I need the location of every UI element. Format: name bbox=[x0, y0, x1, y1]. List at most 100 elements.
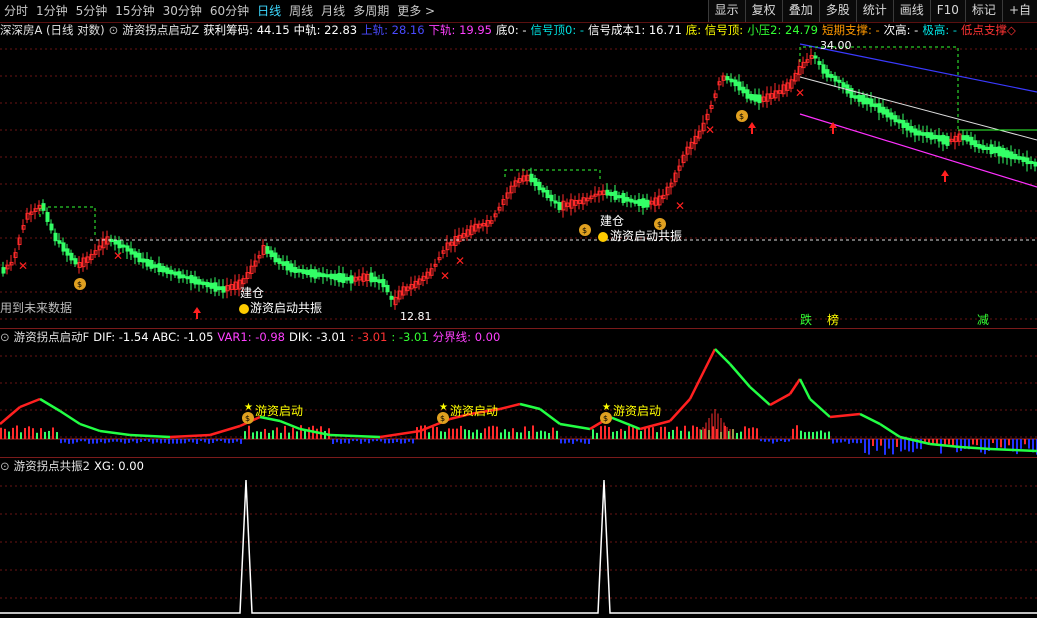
osc-bar bbox=[220, 439, 222, 442]
indicator-toggle-icon[interactable]: ⊙ bbox=[0, 329, 10, 346]
toolbar-button-1[interactable]: 复权 bbox=[744, 0, 782, 22]
jiancang-label-2: 建仓 bbox=[600, 214, 625, 228]
osc-bar bbox=[680, 430, 682, 439]
period-tab-3[interactable]: 15分钟 bbox=[111, 0, 158, 22]
candle-body bbox=[137, 252, 142, 263]
candle-body bbox=[645, 199, 650, 208]
toolbar-button-5[interactable]: 画线 bbox=[892, 0, 930, 22]
indicator-toggle-icon[interactable]: ⊙ bbox=[109, 22, 119, 39]
osc-bar bbox=[796, 425, 798, 439]
cross-signal-icon: ✕ bbox=[795, 86, 805, 100]
candle-body bbox=[217, 286, 222, 291]
candle-body bbox=[993, 146, 998, 154]
osc-bar bbox=[56, 432, 58, 439]
toolbar-button-2[interactable]: 叠加 bbox=[781, 0, 819, 22]
candle-body bbox=[725, 76, 730, 81]
period-tab-10[interactable]: 更多 > bbox=[393, 0, 439, 22]
period-tab-9[interactable]: 多周期 bbox=[349, 0, 393, 22]
price-high-label: 34.00 bbox=[820, 39, 852, 52]
candle-body bbox=[321, 273, 326, 278]
osc-bar bbox=[60, 439, 62, 444]
candle-body bbox=[153, 264, 158, 268]
osc-bar bbox=[992, 439, 994, 444]
toolbar-button-6[interactable]: F10 bbox=[929, 0, 965, 22]
osc-bar bbox=[960, 439, 962, 451]
candle-body bbox=[605, 189, 610, 196]
period-tab-5[interactable]: 60分钟 bbox=[206, 0, 253, 22]
candle-body bbox=[621, 193, 626, 203]
period-tab-4[interactable]: 30分钟 bbox=[159, 0, 206, 22]
candle-body bbox=[325, 274, 330, 278]
osc-bar bbox=[592, 429, 594, 439]
osc-bar bbox=[836, 439, 838, 443]
indicator-f-name[interactable]: 游资拐点启动F bbox=[14, 329, 90, 346]
osc-bar bbox=[208, 439, 210, 444]
star-icon: ★ bbox=[244, 402, 253, 413]
buy-arrow-icon bbox=[748, 122, 756, 134]
money-bag-symbol: $ bbox=[739, 112, 744, 121]
osc-bar bbox=[28, 426, 30, 439]
candle-body bbox=[877, 103, 882, 113]
period-tab-2[interactable]: 5分钟 bbox=[72, 0, 112, 22]
osc-bar bbox=[868, 439, 870, 455]
candle-body bbox=[69, 252, 74, 261]
osc-bar bbox=[284, 425, 286, 439]
osc-bar bbox=[520, 432, 522, 439]
period-tab-1[interactable]: 1分钟 bbox=[32, 0, 72, 22]
candle-body bbox=[65, 248, 70, 256]
indicator-panel-xg[interactable]: ⊙ 游资拐点共振2 XG: 0.00 bbox=[0, 457, 1037, 618]
osc-bar bbox=[572, 439, 574, 444]
osc-bar bbox=[900, 439, 902, 452]
indicator-xg-name[interactable]: 游资拐点共振2 bbox=[14, 458, 90, 475]
toolbar-button-4[interactable]: 统计 bbox=[855, 0, 893, 22]
toolbar-button-3[interactable]: 多股 bbox=[818, 0, 856, 22]
period-tabs: 分时 1分钟 5分钟 15分钟 30分钟 60分钟 日线 周线 月线 多周期 更多 > bbox=[0, 0, 439, 22]
indicator-toggle-icon[interactable]: ⊙ bbox=[0, 458, 10, 475]
toolbar-button-8[interactable]: +自 bbox=[1001, 0, 1037, 22]
osc-bar bbox=[276, 427, 278, 439]
candle-body bbox=[301, 269, 306, 274]
kline-chart[interactable]: ✕ ✕ ✕ ✕ ✕ ✕ ✕ $ $ $ $ bbox=[0, 22, 1037, 327]
stock-name[interactable]: 深深房A (日线 对数) bbox=[0, 22, 105, 39]
osc-bar bbox=[876, 439, 878, 451]
osc-bar bbox=[236, 439, 238, 442]
candle-body bbox=[533, 177, 538, 187]
money-bag-symbol: $ bbox=[582, 226, 587, 235]
toolbar-button-0[interactable]: 显示 bbox=[707, 0, 745, 22]
period-tab-0[interactable]: 分时 bbox=[0, 0, 32, 22]
candle-body bbox=[1017, 156, 1022, 160]
osc-bar bbox=[512, 428, 514, 439]
osc-bar bbox=[376, 439, 378, 442]
osc-bar bbox=[800, 430, 802, 439]
candle-body bbox=[757, 94, 762, 104]
osc-bar bbox=[84, 439, 86, 442]
osc-bar bbox=[124, 439, 126, 444]
osc-line bbox=[929, 442, 961, 449]
candle-body bbox=[553, 200, 558, 204]
bottom-label-bang: 榜 bbox=[827, 313, 840, 327]
xg-signal-chart[interactable] bbox=[0, 458, 1037, 618]
candle-body bbox=[545, 189, 550, 199]
osc-bar bbox=[544, 431, 546, 439]
candle-body bbox=[909, 126, 914, 133]
star-icon: ★ bbox=[439, 402, 448, 413]
osc-bar bbox=[624, 430, 626, 439]
oscillator-chart[interactable]: $★$★$★ bbox=[0, 329, 1037, 457]
osc-bar bbox=[936, 439, 938, 444]
osc-bar bbox=[736, 432, 738, 439]
osc-bar bbox=[404, 439, 406, 444]
main-price-panel[interactable]: ✕ ✕ ✕ ✕ ✕ ✕ ✕ $ $ $ $ 深深房A (日线 对数) ⊙ 游资拐点启动Z 获利筹码:… bbox=[0, 22, 1037, 327]
indicator-panel-f[interactable]: $ ★ $ ★ $ ★ ⊙ 游资拐点启动F DIF: -1.54 ABC: -1.05 VAR… bbox=[0, 328, 1037, 457]
osc-bar bbox=[648, 427, 650, 439]
osc-bar bbox=[176, 439, 178, 444]
osc-bar bbox=[296, 431, 298, 439]
toolbar-button-7[interactable]: 标记 bbox=[964, 0, 1002, 22]
indicator-name[interactable]: 游资拐点启动Z bbox=[122, 22, 199, 39]
candle-body bbox=[529, 173, 534, 183]
cross-signal-icon: ✕ bbox=[113, 249, 123, 263]
cross-signal-icon: ✕ bbox=[455, 254, 465, 268]
period-tab-7[interactable]: 周线 bbox=[285, 0, 317, 22]
period-tab-6[interactable]: 日线 bbox=[253, 0, 285, 22]
period-tab-8[interactable]: 月线 bbox=[317, 0, 349, 22]
candle-body bbox=[389, 295, 394, 300]
